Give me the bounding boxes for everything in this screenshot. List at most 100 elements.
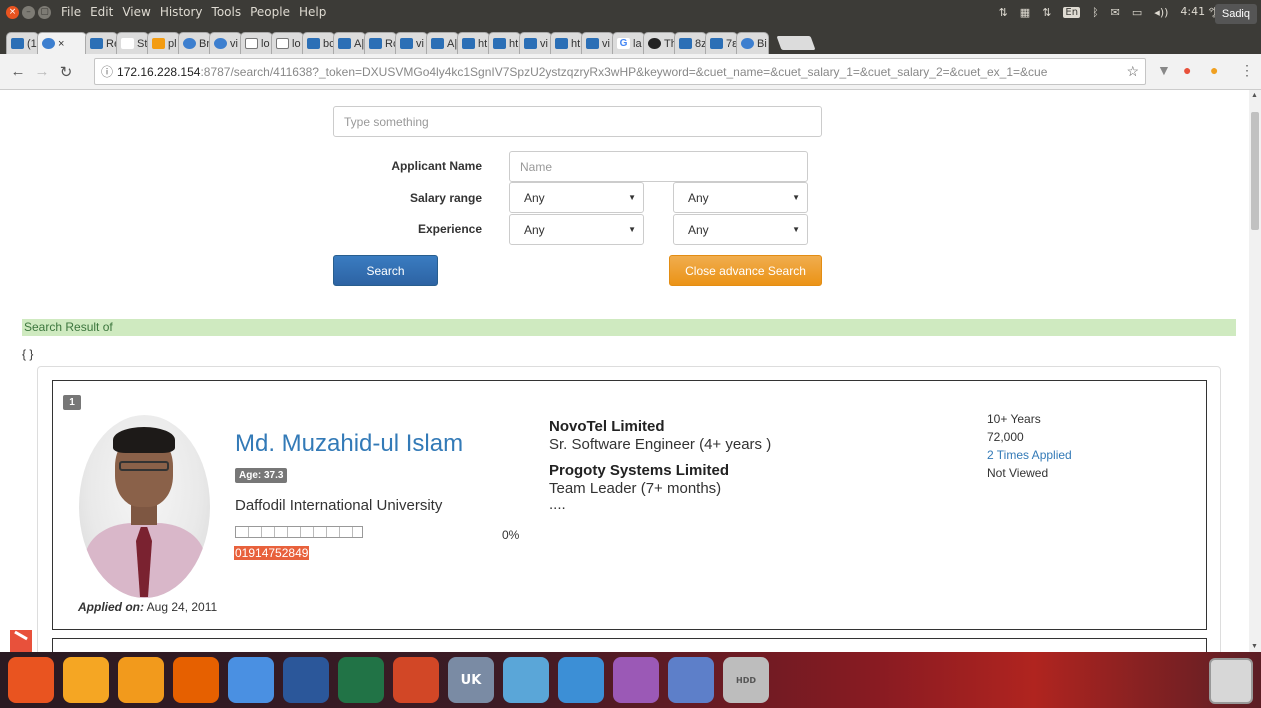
site-icon [462, 38, 475, 49]
sync-icon[interactable]: ⇅ [1042, 6, 1051, 19]
applicant-name-input[interactable]: Name [509, 151, 808, 182]
s-icon [11, 38, 24, 49]
tab-label: ht [571, 37, 581, 50]
browser-tab[interactable]: Th [643, 32, 676, 54]
mail-icon[interactable]: ✉ [1111, 6, 1120, 19]
address-bar[interactable]: ⓘ 172.16.228.154 :8787/search/411638?_to… [94, 58, 1146, 85]
new-tab-button[interactable] [776, 36, 816, 50]
query-braces: { } [22, 347, 34, 361]
maximize-window-button[interactable]: ▢ [38, 5, 51, 19]
view-status: Not Viewed [987, 466, 1049, 480]
drawing-icon[interactable] [613, 657, 659, 703]
reload-icon[interactable]: ↻ [54, 63, 78, 81]
keyword-search-input[interactable]: Type something [333, 106, 822, 137]
powerpoint-icon[interactable] [393, 657, 439, 703]
chromium-icon[interactable] [228, 657, 274, 703]
browser-tab[interactable]: Bi [736, 32, 769, 54]
menu-view[interactable]: View [122, 5, 150, 19]
browser-tab[interactable]: lo [240, 32, 273, 54]
scroll-up-arrow-icon[interactable]: ▲ [1251, 92, 1258, 99]
salary-to-select[interactable]: Any ▼ [673, 182, 808, 213]
scroll-down-arrow-icon[interactable]: ▼ [1251, 643, 1258, 650]
browser-tab[interactable]: Rc [364, 32, 397, 54]
ubuntu-store-icon[interactable]: UK [448, 657, 494, 703]
browser-tab[interactable]: × [37, 32, 87, 54]
browser-tab[interactable]: vi [581, 32, 614, 54]
browser-tab[interactable]: Re [85, 32, 118, 54]
bluetooth-icon[interactable]: ᛒ [1092, 6, 1099, 19]
site-icon [338, 38, 351, 49]
page-scrollbar[interactable]: ▲ ▼ [1249, 90, 1261, 652]
search-button[interactable]: Search [333, 255, 438, 286]
site-icon [431, 38, 444, 49]
tab-label: vi [416, 37, 424, 50]
ubuntu-icon[interactable] [8, 657, 54, 703]
tab-label: (1 [27, 37, 37, 50]
workspace-icon[interactable] [668, 657, 714, 703]
browser-tab[interactable]: 8z [674, 32, 707, 54]
browser-tab[interactable]: A| [333, 32, 366, 54]
browser-tab[interactable]: A| [426, 32, 459, 54]
extension-cookie-icon[interactable]: ● [1210, 62, 1218, 78]
browser-tab[interactable]: lo [271, 32, 304, 54]
applicant-photo[interactable] [79, 415, 210, 598]
remmina-icon[interactable] [503, 657, 549, 703]
excel-icon[interactable] [338, 657, 384, 703]
menu-help[interactable]: Help [299, 5, 326, 19]
sublime-icon[interactable] [118, 657, 164, 703]
minimize-window-button[interactable]: – [22, 5, 35, 19]
clipboard-icon[interactable]: ▦ [1020, 6, 1030, 19]
browser-tab[interactable]: Gla [612, 32, 645, 54]
menu-history[interactable]: History [160, 5, 203, 19]
experience-from-select[interactable]: Any ▼ [509, 214, 644, 245]
browser-tab[interactable]: vi [209, 32, 242, 54]
menu-edit[interactable]: Edit [90, 5, 113, 19]
drive-icon[interactable]: HDD [723, 657, 769, 703]
battery-icon[interactable]: ▭ [1132, 6, 1142, 19]
scrollbar-thumb[interactable] [1251, 112, 1259, 230]
info-icon[interactable]: ⓘ [101, 63, 113, 80]
salary-from-select[interactable]: Any ▼ [509, 182, 644, 213]
menu-file[interactable]: File [61, 5, 81, 19]
google-icon: G [617, 38, 630, 49]
floating-extension-icon[interactable] [10, 630, 32, 652]
browser-tab[interactable]: bc [302, 32, 335, 54]
close-advance-search-button[interactable]: Close advance Search [669, 255, 822, 286]
menu-tools[interactable]: Tools [212, 5, 242, 19]
applicant-name-link[interactable]: Md. Muzahid-ul Islam [235, 430, 463, 458]
salary-to-value: Any [688, 190, 709, 205]
bookmark-star-icon[interactable]: ☆ [1122, 63, 1139, 80]
browser-tab[interactable]: vi [519, 32, 552, 54]
experience-to-select[interactable]: Any ▼ [673, 214, 808, 245]
extension-fire-icon[interactable]: ● [1183, 62, 1191, 78]
vue-extension-icon[interactable]: ▼ [1157, 62, 1171, 78]
times-applied-link[interactable]: 2 Times Applied [987, 448, 1072, 462]
browser-tab[interactable]: 7ε [705, 32, 738, 54]
browser-tab[interactable]: vi [395, 32, 428, 54]
word-icon[interactable] [283, 657, 329, 703]
volume-icon[interactable]: ◂)) [1154, 6, 1168, 19]
browser-tab[interactable]: pl [147, 32, 180, 54]
profile-button[interactable]: Sadiq [1214, 4, 1257, 24]
applicant-card-next[interactable] [52, 638, 1207, 652]
menu-people[interactable]: People [250, 5, 290, 19]
site-icon [90, 38, 103, 49]
browser-tab[interactable]: ht [488, 32, 521, 54]
site-icon [555, 38, 568, 49]
browser-tab[interactable]: ht [550, 32, 583, 54]
tab-label: pl [168, 37, 177, 50]
browser-tab[interactable]: St [116, 32, 149, 54]
browser-tab[interactable]: ht [457, 32, 490, 54]
browser-tab[interactable]: Br [178, 32, 211, 54]
firefox-icon[interactable] [173, 657, 219, 703]
chrome-menu-icon[interactable]: ⋮ [1240, 62, 1254, 79]
terminal-icon[interactable] [558, 657, 604, 703]
files-icon[interactable] [63, 657, 109, 703]
close-window-button[interactable]: × [6, 5, 19, 19]
back-arrow-icon[interactable]: ← [6, 63, 30, 80]
trash-icon[interactable] [1209, 658, 1253, 704]
keyboard-language-indicator[interactable]: En [1063, 6, 1081, 18]
network-transfer-icon[interactable]: ⇅ [999, 6, 1008, 19]
browser-tab[interactable]: (1 [6, 32, 39, 54]
forward-arrow-icon[interactable]: → [30, 63, 54, 80]
